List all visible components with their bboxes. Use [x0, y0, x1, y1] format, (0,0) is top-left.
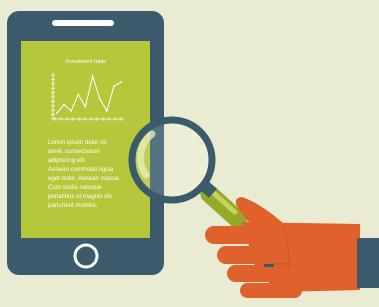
chart-point — [70, 109, 73, 112]
chart-point — [77, 93, 80, 96]
illustration: Investment table Lorem ipsum dolor sit a… — [0, 0, 379, 302]
chart-title: Investment table — [65, 59, 107, 65]
cuff-notch — [264, 264, 274, 267]
sleeve — [357, 238, 379, 288]
chart-point — [105, 109, 108, 112]
chart-point — [112, 85, 115, 88]
chart-point — [56, 112, 58, 114]
finger-index — [205, 226, 293, 244]
finger-middle — [217, 246, 295, 264]
chart-point — [91, 75, 94, 77]
chart-point — [84, 105, 87, 108]
chart-point — [63, 103, 66, 106]
finger-pinky — [240, 283, 302, 298]
chart-point — [98, 97, 101, 100]
chart-point — [120, 81, 122, 84]
speaker-slot-icon — [52, 20, 114, 26]
screen-body-text: Lorem ipsum dolor sit amet, consectetuer… — [48, 139, 121, 209]
